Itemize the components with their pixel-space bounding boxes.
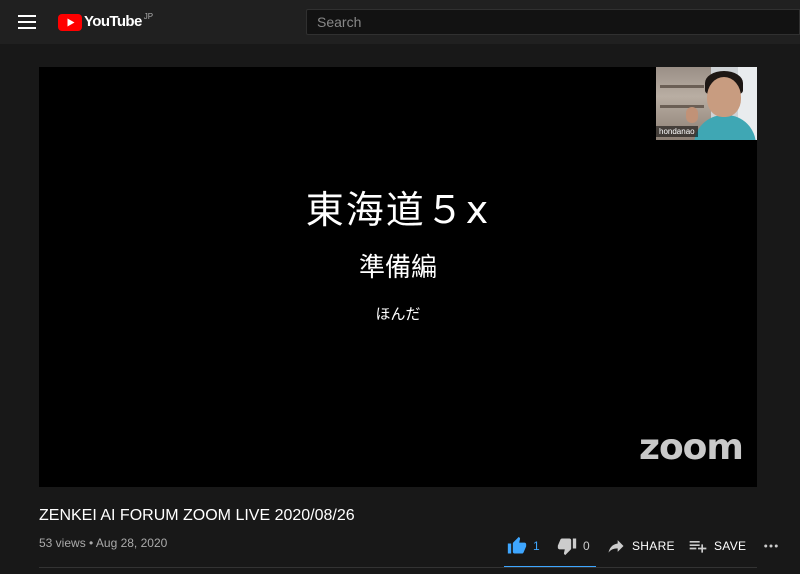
share-button[interactable]: SHARE <box>606 534 675 558</box>
slide-subtitle: 準備編 <box>358 253 437 283</box>
region-label: JP <box>143 12 154 21</box>
youtube-play-icon <box>58 14 82 31</box>
video-title: ZENKEI AI FORUM ZOOM LIVE 2020/08/26 <box>39 507 355 524</box>
dislike-count: 0 <box>583 539 590 553</box>
like-count: 1 <box>533 539 540 553</box>
thumbs-down-icon <box>557 538 577 556</box>
playlist-add-icon <box>689 541 707 553</box>
video-player[interactable]: 東海道５x 準備編 ほんだ zoom hondanao <box>39 67 757 487</box>
participant-name: hondanao <box>656 126 698 137</box>
top-bar: YouTube JP <box>0 0 800 44</box>
thumbs-up-icon <box>507 536 527 554</box>
save-label: SAVE <box>714 539 747 553</box>
logo-text: YouTube <box>84 13 142 30</box>
save-button[interactable]: SAVE <box>688 534 746 558</box>
share-arrow-icon <box>608 540 624 553</box>
like-button[interactable]: 1 <box>507 534 540 558</box>
divider <box>39 567 757 568</box>
more-horizontal-icon <box>764 544 778 548</box>
search-box <box>306 9 800 35</box>
slide-author: ほんだ <box>375 305 421 323</box>
search-input[interactable] <box>307 10 799 34</box>
slide-title: 東海道５x <box>305 188 491 232</box>
share-label: SHARE <box>632 539 675 553</box>
participant-video-thumbnail: hondanao <box>656 67 757 140</box>
youtube-logo[interactable]: YouTube JP <box>58 12 153 32</box>
hamburger-menu-icon[interactable] <box>18 15 36 29</box>
video-meta: 53 views • Aug 28, 2020 <box>39 536 168 550</box>
dislike-button[interactable]: 0 <box>557 534 590 558</box>
zoom-watermark: zoom <box>639 427 744 468</box>
more-actions-button[interactable] <box>762 534 780 558</box>
